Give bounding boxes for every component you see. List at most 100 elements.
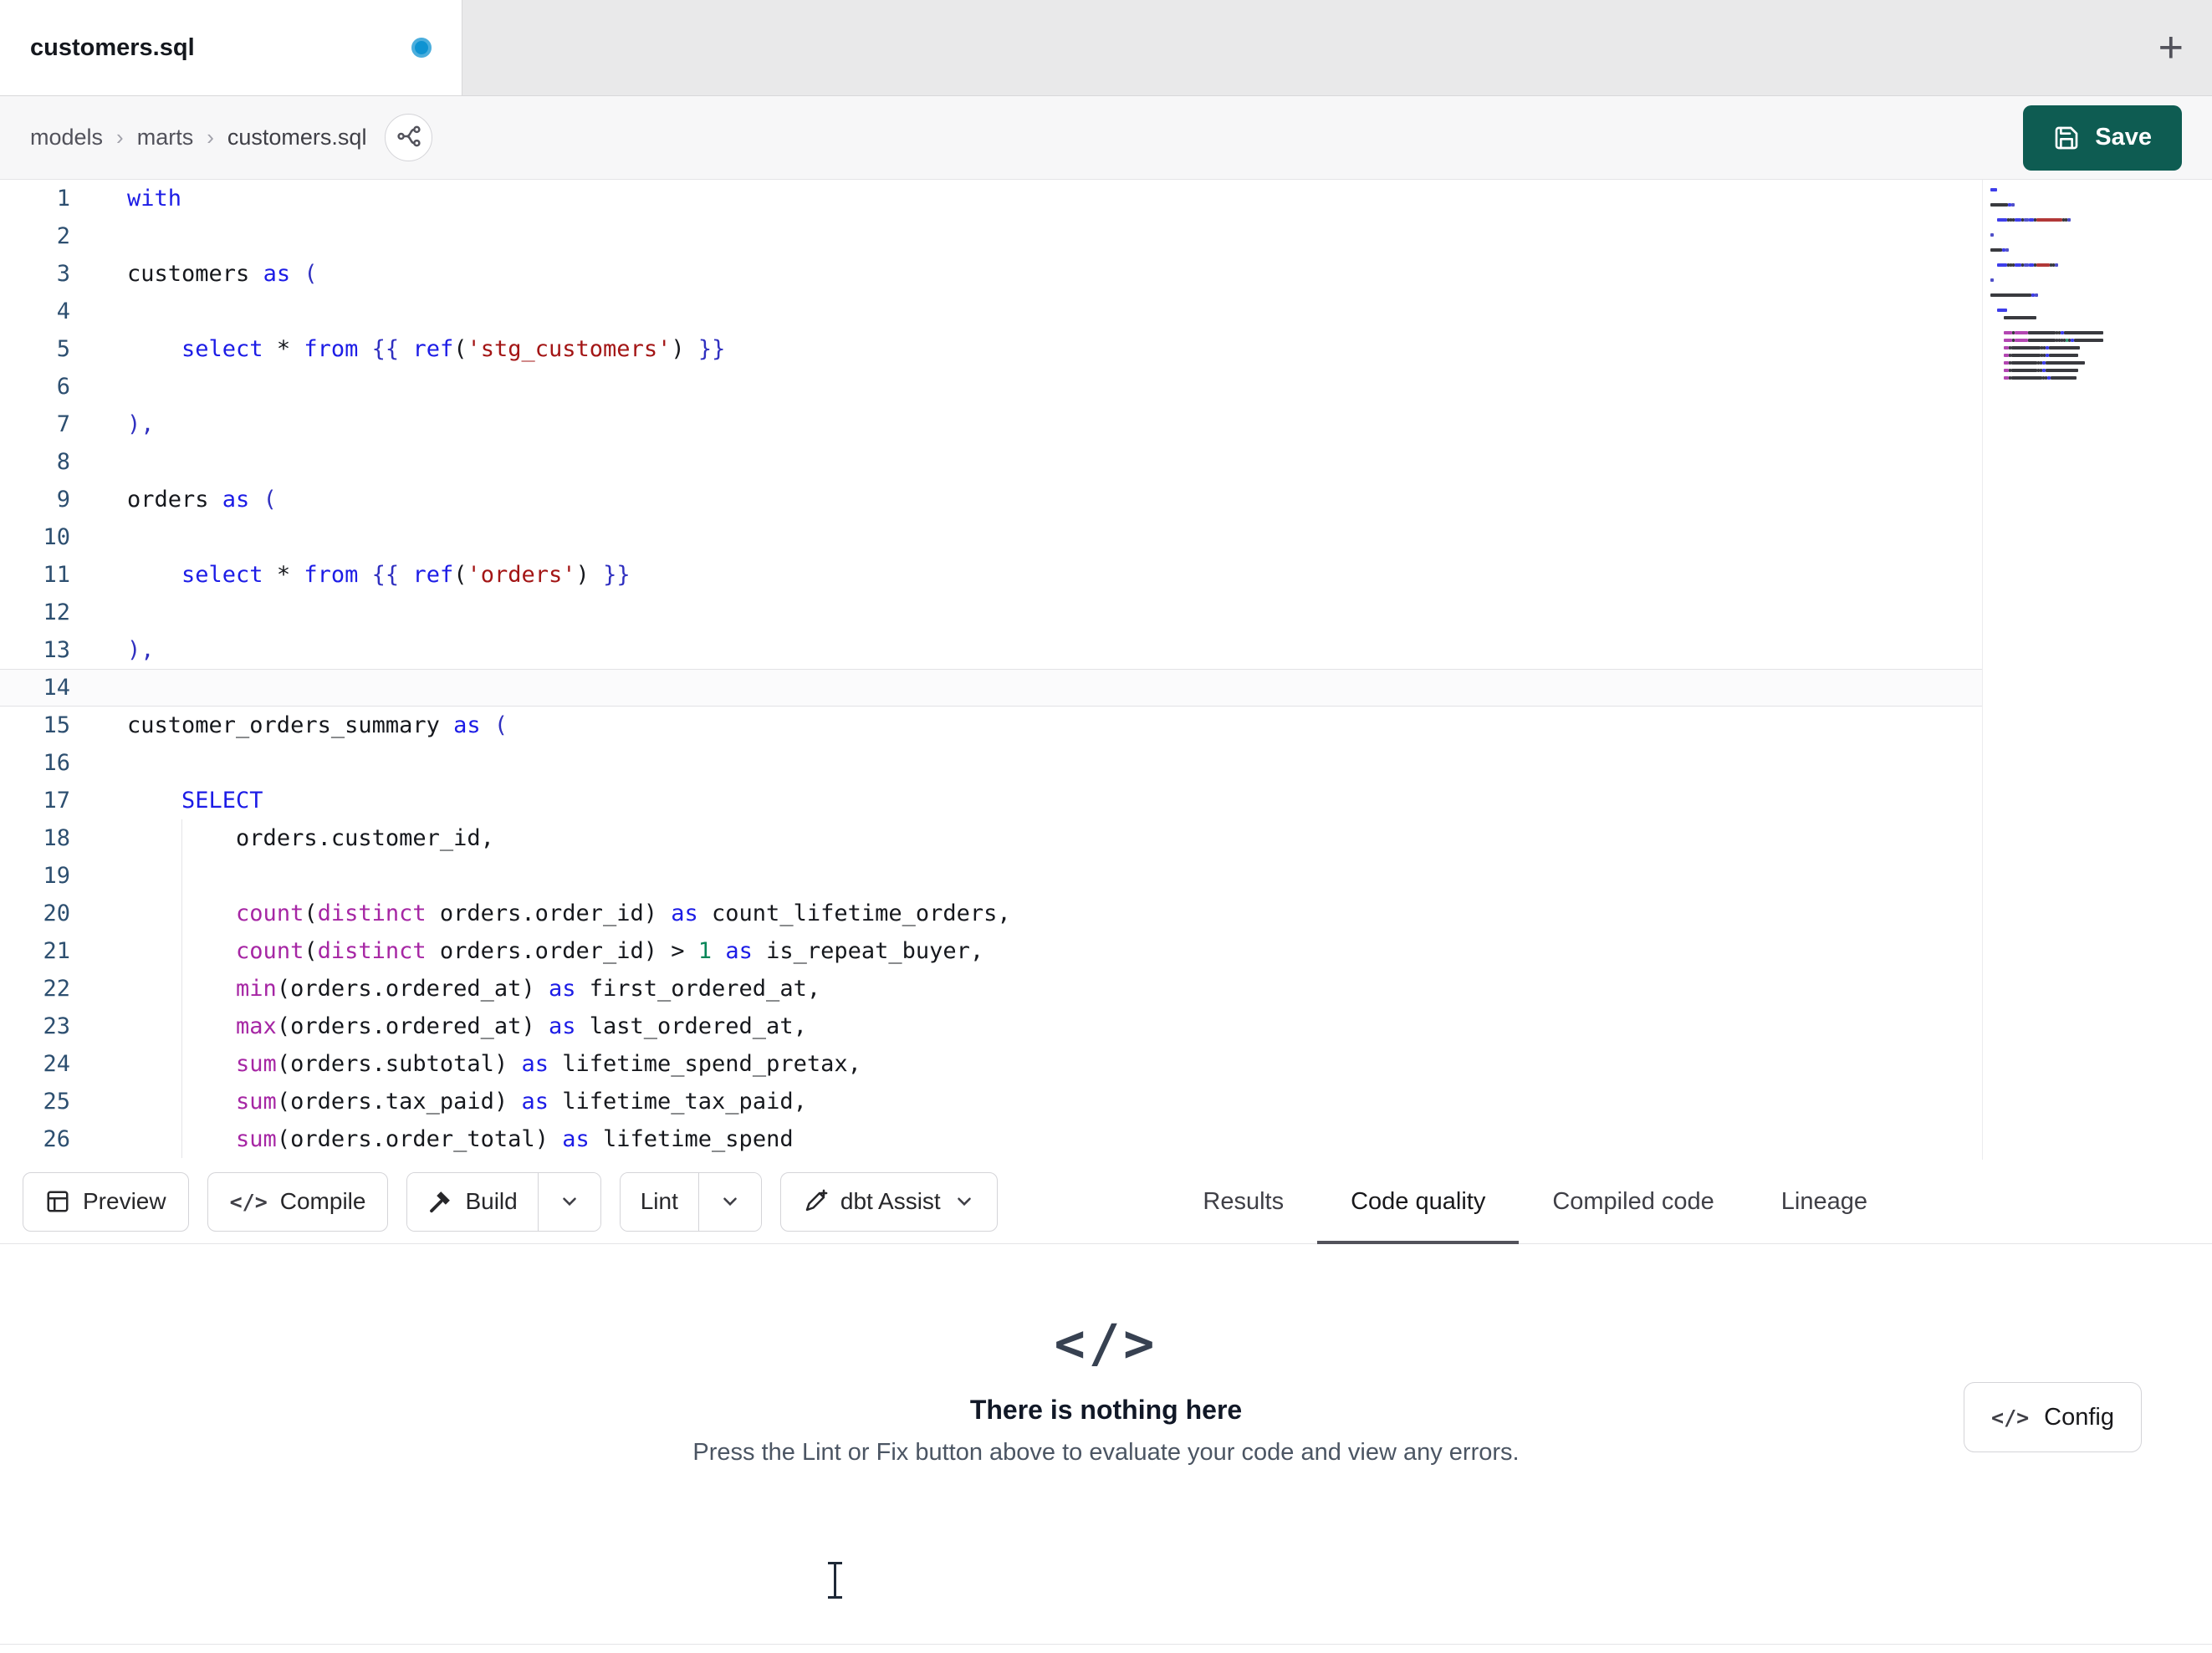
empty-state-subtitle: Press the Lint or Fix button above to ev… — [692, 1439, 1520, 1466]
line-number: 26 — [43, 1126, 70, 1152]
chevron-down-icon — [559, 1191, 580, 1212]
compile-button[interactable]: </> Compile — [207, 1171, 389, 1232]
breadcrumb-item-models[interactable]: models — [30, 125, 103, 151]
panel-tab-results[interactable]: Results — [1169, 1160, 1317, 1243]
line-number: 16 — [43, 750, 70, 776]
code-line-14[interactable]: 14 — [0, 669, 1982, 707]
code-line-16[interactable]: 16 — [0, 744, 1982, 782]
indent-guide — [181, 895, 182, 932]
code-line-19[interactable]: 19 — [0, 857, 1982, 895]
minimap-line — [1990, 376, 2204, 380]
code-line-3[interactable]: 3 customers as ( — [0, 255, 1982, 293]
panel-tab-lineage[interactable]: Lineage — [1748, 1160, 1901, 1243]
line-number: 8 — [56, 449, 70, 475]
dbt-ide-window: customers.sql + models › marts › customers.s… — [0, 0, 2212, 1653]
file-tab-customers-sql[interactable]: customers.sql — [0, 0, 462, 95]
panel-tab-compiled-code[interactable]: Compiled code — [1519, 1160, 1747, 1243]
code-text: with — [127, 186, 182, 212]
breadcrumb-separator: › — [116, 125, 124, 150]
code-line-15[interactable]: 15 customer_orders_summary as ( — [0, 707, 1982, 744]
save-button[interactable]: Save — [2023, 105, 2182, 171]
code-text: min(orders.ordered_at) as first_ordered_… — [236, 976, 821, 1002]
code-quality-panel: </> There is nothing here Press the Lint… — [0, 1318, 2212, 1644]
editor-tab-bar: customers.sql + — [0, 0, 2212, 96]
code-line-5[interactable]: 5 select * from {{ ref('stg_customers') … — [0, 330, 1982, 368]
new-tab-button[interactable]: + — [2158, 26, 2184, 69]
code-text: customer_orders_summary as ( — [127, 712, 508, 738]
code-icon: </> — [229, 1189, 268, 1214]
code-line-17[interactable]: 17 SELECT — [0, 782, 1982, 819]
minimap-line — [1990, 271, 2204, 274]
code-line-12[interactable]: 12 — [0, 594, 1982, 631]
minimap-line — [1990, 226, 2204, 229]
minimap-line — [1990, 331, 2204, 334]
preview-button-label: Preview — [83, 1188, 166, 1214]
minimap-line — [1990, 278, 2204, 282]
code-line-21[interactable]: 21 count(distinct orders.order_id) > 1 a… — [0, 932, 1982, 970]
minimap-line — [1990, 293, 2204, 297]
build-button-label: Build — [465, 1188, 518, 1214]
code-line-2[interactable]: 2 — [0, 217, 1982, 255]
chevron-down-icon — [719, 1191, 741, 1212]
breadcrumb-item-marts[interactable]: marts — [137, 125, 194, 151]
minimap-line — [1990, 196, 2204, 199]
code-line-6[interactable]: 6 — [0, 368, 1982, 406]
code-line-24[interactable]: 24 sum(orders.subtotal) as lifetime_spen… — [0, 1045, 1982, 1083]
config-button[interactable]: </> Config — [1964, 1382, 2142, 1452]
minimap-line — [1990, 248, 2204, 252]
code-editor[interactable]: 1 with 2 3 customers as ( 4 5 select * from {{… — [0, 180, 2212, 1160]
code-line-11[interactable]: 11 select * from {{ ref('orders') }} — [0, 556, 1982, 594]
minimap-line — [1990, 301, 2204, 304]
minimap-line — [1990, 241, 2204, 244]
line-number: 24 — [43, 1051, 70, 1077]
code-text: select * from {{ ref('orders') }} — [181, 562, 631, 588]
breadcrumb-separator: › — [207, 125, 214, 150]
minimap-line — [1990, 361, 2204, 365]
save-button-label: Save — [2095, 124, 2152, 151]
code-line-13[interactable]: 13), — [0, 631, 1982, 669]
lint-button[interactable]: Lint — [620, 1172, 698, 1231]
code-text: orders.customer_id, — [236, 825, 494, 851]
breadcrumb-item-customers-sql[interactable]: customers.sql — [227, 125, 367, 151]
dbt-assist-button[interactable]: dbt Assist — [779, 1171, 998, 1232]
code-line-10[interactable]: 10 — [0, 518, 1982, 556]
code-line-26[interactable]: 26 sum(orders.order_total) as lifetime_s… — [0, 1120, 1982, 1158]
code-line-20[interactable]: 20 count(distinct orders.order_id) as co… — [0, 895, 1982, 932]
line-number: 22 — [43, 976, 70, 1002]
breadcrumb: models › marts › customers.sql — [30, 125, 366, 151]
line-number: 4 — [56, 298, 70, 324]
code-line-25[interactable]: 25 sum(orders.tax_paid) as lifetime_tax_… — [0, 1083, 1982, 1120]
build-dropdown-button[interactable] — [538, 1172, 600, 1231]
code-line-4[interactable]: 4 — [0, 293, 1982, 330]
code-line-22[interactable]: 22 min(orders.ordered_at) as first_order… — [0, 970, 1982, 1008]
code-line-23[interactable]: 23 max(orders.ordered_at) as last_ordere… — [0, 1008, 1982, 1045]
status-bar: Defer to staging/production ? Ready ⋯ — [0, 1644, 2212, 1653]
line-number: 18 — [43, 825, 70, 851]
line-number: 17 — [43, 788, 70, 814]
preview-button[interactable]: Preview — [23, 1171, 189, 1232]
minimap-line — [1990, 188, 2204, 191]
code-line-9[interactable]: 9 orders as ( — [0, 481, 1982, 518]
build-button[interactable]: Build — [407, 1172, 538, 1231]
line-number: 2 — [56, 223, 70, 249]
panel-tab-bar: Results Code quality Compiled code Lineage — [1169, 1160, 1901, 1244]
code-line-1[interactable]: 1 with — [0, 180, 1982, 217]
indent-guide — [181, 932, 182, 970]
minimap[interactable] — [1990, 188, 2204, 384]
lineage-icon-button[interactable] — [385, 114, 433, 161]
code-line-7[interactable]: 7), — [0, 406, 1982, 443]
code-line-18[interactable]: 18 orders.customer_id, — [0, 819, 1982, 857]
panel-tab-code-quality[interactable]: Code quality — [1317, 1160, 1520, 1244]
code-lines: 1 with 2 3 customers as ( 4 5 select * from {{… — [0, 180, 2212, 1158]
code-line-8[interactable]: 8 — [0, 443, 1982, 481]
lint-dropdown-button[interactable] — [698, 1172, 761, 1231]
line-number: 13 — [43, 637, 70, 663]
editor-divider — [1982, 180, 1983, 1160]
lint-button-label: Lint — [640, 1188, 678, 1214]
